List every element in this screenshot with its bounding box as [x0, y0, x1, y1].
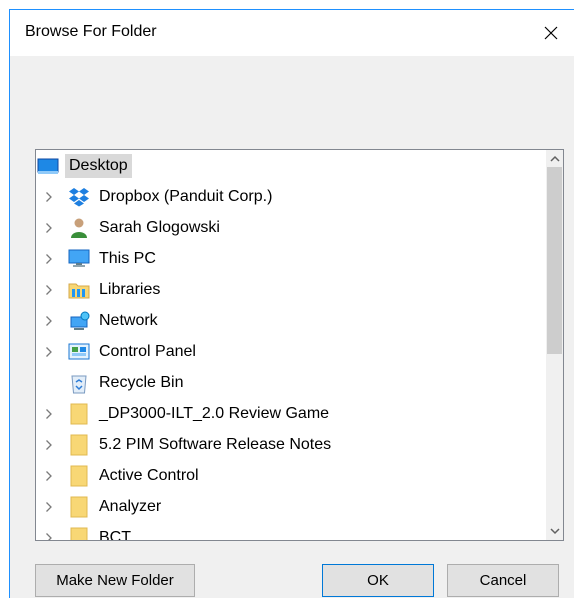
- tree-item-label: Active Control: [99, 467, 199, 484]
- browse-for-folder-dialog: Browse For Folder Desktop Dropbox (Pandu…: [9, 9, 574, 598]
- tree-item[interactable]: Dropbox (Panduit Corp.): [36, 181, 533, 212]
- folder-icon: [68, 465, 90, 486]
- tree-item-label: BCT: [99, 529, 131, 541]
- chevron-right-icon[interactable]: [43, 491, 55, 522]
- tree-item[interactable]: _DP3000-ILT_2.0 Review Game: [36, 398, 533, 429]
- tree-item[interactable]: This PC: [36, 243, 533, 274]
- tree-item[interactable]: Active Control: [36, 460, 533, 491]
- tree-item[interactable]: BCT: [36, 522, 533, 541]
- tree-item-label: 5.2 PIM Software Release Notes: [99, 436, 332, 453]
- chevron-right-icon[interactable]: [43, 243, 55, 274]
- chevron-right-icon[interactable]: [43, 181, 55, 212]
- chevron-right-icon[interactable]: [43, 336, 55, 367]
- tree-item[interactable]: Sarah Glogowski: [36, 212, 533, 243]
- computer-icon: [68, 248, 90, 269]
- tree-item-label: Sarah Glogowski: [99, 219, 220, 236]
- tree-item-label: Desktop: [65, 154, 132, 178]
- chevron-right-icon[interactable]: [43, 522, 55, 540]
- desktop-icon: [37, 155, 59, 176]
- tree-item[interactable]: 5.2 PIM Software Release Notes: [36, 429, 533, 460]
- tree-item[interactable]: Recycle Bin: [36, 367, 533, 398]
- cancel-button[interactable]: Cancel: [447, 564, 559, 597]
- tree-item-label: Dropbox (Panduit Corp.): [99, 188, 273, 205]
- close-button[interactable]: [528, 10, 574, 56]
- folder-tree-rows: Desktop Dropbox (Panduit Corp.) Sarah Glo…: [36, 150, 533, 541]
- tree-item-label: _DP3000-ILT_2.0 Review Game: [99, 405, 330, 422]
- chevron-right-icon[interactable]: [43, 429, 55, 460]
- chevron-down-icon: [549, 528, 560, 535]
- tree-item-label: This PC: [99, 250, 156, 267]
- scroll-down-button[interactable]: [546, 523, 563, 540]
- tree-item[interactable]: Network: [36, 305, 533, 336]
- recycle-bin-icon: [68, 372, 90, 393]
- tree-item[interactable]: Control Panel: [36, 336, 533, 367]
- tree-item-label: Libraries: [99, 281, 161, 298]
- control-panel-icon: [68, 341, 90, 362]
- chevron-right-icon[interactable]: [43, 460, 55, 491]
- folder-icon: [68, 527, 90, 540]
- tree-item-label: Control Panel: [99, 343, 196, 360]
- close-icon: [544, 26, 558, 40]
- tree-item[interactable]: Analyzer: [36, 491, 533, 522]
- dialog-title: Browse For Folder: [25, 23, 157, 40]
- scrollbar-thumb[interactable]: [547, 167, 562, 354]
- libraries-icon: [68, 279, 90, 300]
- dropbox-icon: [68, 186, 90, 207]
- folder-icon: [68, 403, 90, 424]
- folder-tree[interactable]: Desktop Dropbox (Panduit Corp.) Sarah Glo…: [35, 149, 564, 541]
- chevron-right-icon[interactable]: [43, 274, 55, 305]
- make-new-folder-button[interactable]: Make New Folder: [35, 564, 195, 597]
- chevron-right-icon[interactable]: [43, 398, 55, 429]
- ok-button[interactable]: OK: [322, 564, 434, 597]
- tree-item-label: Recycle Bin: [99, 374, 184, 391]
- title-bar: Browse For Folder: [10, 10, 574, 56]
- tree-item-label: Network: [99, 312, 158, 329]
- chevron-right-icon[interactable]: [43, 212, 55, 243]
- folder-icon: [68, 434, 90, 455]
- network-icon: [68, 310, 90, 331]
- user-icon: [68, 217, 90, 238]
- folder-icon: [68, 496, 90, 517]
- scroll-up-button[interactable]: [546, 150, 563, 167]
- chevron-up-icon: [549, 155, 560, 162]
- tree-item[interactable]: Libraries: [36, 274, 533, 305]
- chevron-right-icon[interactable]: [43, 305, 55, 336]
- vertical-scrollbar[interactable]: [546, 150, 563, 540]
- tree-item-desktop[interactable]: Desktop: [36, 150, 533, 181]
- tree-item-label: Analyzer: [99, 498, 162, 515]
